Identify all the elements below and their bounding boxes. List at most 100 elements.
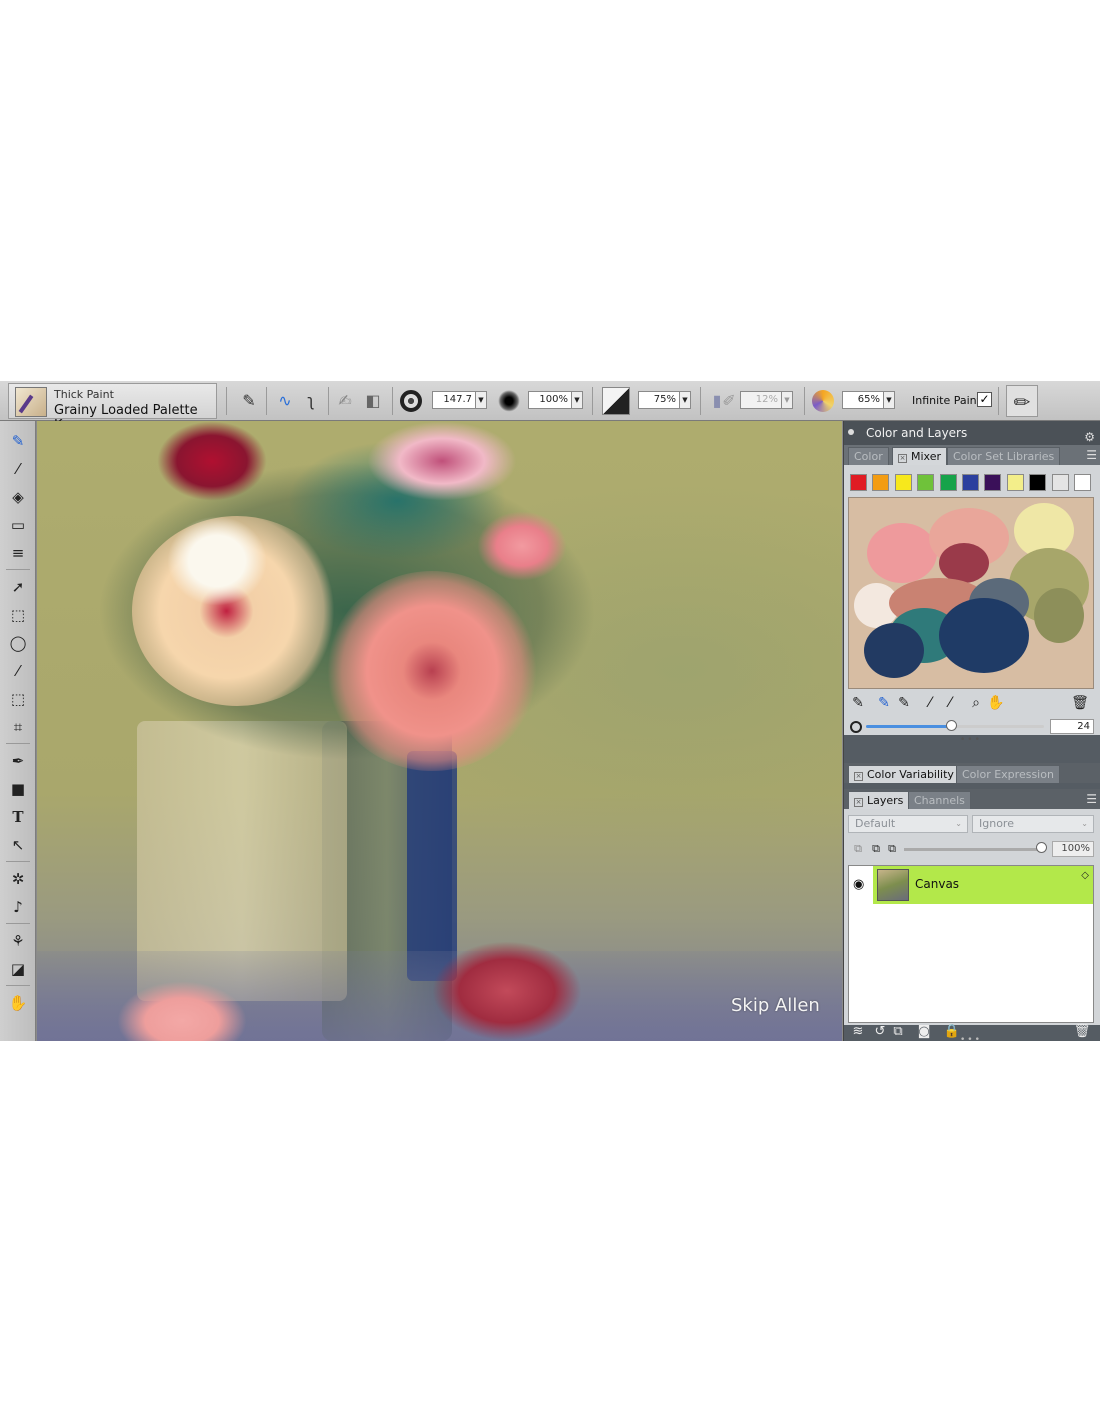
dynamic-plugins-icon[interactable]: ↺ [870, 1023, 890, 1041]
resaturation-field[interactable]: 12% [740, 391, 782, 409]
delete-layer-icon[interactable]: 🗑 [1072, 1023, 1092, 1041]
close-icon[interactable]: × [854, 798, 863, 807]
tab-mixer[interactable]: × Mixer [892, 447, 948, 465]
mirror-paint-tool-icon[interactable]: ◪ [6, 957, 30, 981]
panel-title[interactable]: Color and Layers ⚙ [844, 421, 1100, 445]
color-swatch[interactable] [962, 474, 979, 491]
layer-commands-icon[interactable]: ≋ [848, 1023, 868, 1041]
tab-color-expression[interactable]: Color Expression [956, 765, 1060, 783]
mixer-size-field[interactable]: 24 [1050, 719, 1094, 734]
dropper-icon[interactable]: ⁄ [920, 693, 940, 713]
layers-menu-icon[interactable]: ☰ [1086, 792, 1097, 806]
resaturation-dropdown-arrow[interactable]: ▼ [781, 391, 793, 409]
new-layer-icon[interactable]: ⧉ [888, 1023, 908, 1041]
resize-grip[interactable]: ••• [960, 735, 982, 745]
blender-tool-icon[interactable]: ≡ [6, 541, 30, 565]
stroke-freehand-icon[interactable]: ∿ [274, 390, 296, 412]
stylus-icon[interactable]: ✍ [334, 390, 356, 412]
bleed-brush-icon[interactable]: ✐ [718, 390, 740, 412]
sample-color-icon[interactable]: ✎ [894, 693, 914, 713]
infinite-paint-checkbox[interactable]: ✓ [977, 392, 992, 407]
cloner-tool-icon[interactable]: ✲ [6, 867, 30, 891]
opacity-dial-icon[interactable] [498, 390, 520, 412]
panel-collapse-icon[interactable] [848, 429, 854, 435]
layer-opacity-slider[interactable] [904, 848, 1042, 851]
pencil-brush-icon[interactable]: ✏ [1006, 385, 1038, 417]
grain-icon[interactable] [602, 387, 630, 415]
dodge-tool-icon[interactable]: ⚘ [6, 929, 30, 953]
color-swatch[interactable] [1051, 474, 1069, 491]
pan-icon[interactable]: ✋ [986, 693, 1006, 713]
color-swatch[interactable] [984, 474, 1002, 491]
eraser-tool-icon[interactable]: ▭ [6, 513, 30, 537]
rectangle-select-tool-icon[interactable]: ⬚ [6, 603, 30, 627]
zoom-icon[interactable]: ⌕ [966, 693, 986, 713]
dropper-tool-icon[interactable]: ⁄ [6, 457, 30, 481]
size-dial-icon[interactable] [400, 390, 422, 412]
paint-bucket-tool-icon[interactable]: ◈ [6, 485, 30, 509]
text-tool-icon[interactable]: T [6, 805, 30, 829]
mirror-icon[interactable]: ◧ [362, 390, 384, 412]
close-icon[interactable]: × [898, 454, 907, 463]
layer-row[interactable]: ◉ Canvas ◇ [849, 866, 1095, 904]
mixer-pad[interactable] [848, 497, 1094, 689]
stroke-straight-icon[interactable]: ʅ [300, 390, 322, 412]
slider-knob[interactable] [946, 720, 957, 731]
layer-attributes-icon[interactable]: ◇ [1081, 870, 1089, 881]
grain-field[interactable]: 75% [638, 391, 680, 409]
bleed-icon[interactable] [812, 390, 834, 412]
shape-selection-tool-icon[interactable]: ↖ [6, 833, 30, 857]
layer-opacity-knob[interactable] [1036, 842, 1047, 853]
magic-wand-tool-icon[interactable]: ⁄ [6, 659, 30, 683]
trash-icon[interactable]: 🗑 [1070, 693, 1090, 713]
mixer-size-slider[interactable] [866, 720, 1044, 731]
color-swatch[interactable] [917, 474, 935, 491]
size-field[interactable]: 147.7 [432, 391, 476, 409]
color-swatch[interactable] [894, 474, 912, 491]
lasso-tool-icon[interactable]: ◯ [6, 631, 30, 655]
color-swatch[interactable] [872, 474, 890, 491]
tab-color-variability[interactable]: × Color Variability [848, 765, 960, 783]
opacity-dropdown-arrow[interactable]: ▼ [571, 391, 583, 409]
color-swatch[interactable] [939, 474, 957, 491]
preserve-icon[interactable]: ⧉ [882, 839, 902, 859]
apply-color-icon[interactable]: ✎ [848, 693, 868, 713]
pen-tool-icon[interactable]: ✒ [6, 749, 30, 773]
resize-grip[interactable]: ••• [960, 1035, 982, 1045]
tab-channels[interactable]: Channels [908, 791, 971, 809]
reset-brush-icon[interactable]: ✎ [238, 390, 260, 412]
shape-tool-icon[interactable]: ■ [6, 777, 30, 801]
color-swatch[interactable] [1029, 474, 1047, 491]
composite-method-select[interactable]: Default ⌄ [848, 815, 968, 833]
color-swatch[interactable] [850, 474, 867, 491]
tab-color-set-libraries[interactable]: Color Set Libraries [947, 447, 1061, 465]
crop-tool-icon[interactable]: ⌗ [6, 715, 30, 739]
brush-selector[interactable]: Thick Paint Grainy Loaded Palette K... [8, 383, 217, 433]
mix-color-icon[interactable]: ✎ [874, 693, 894, 713]
eye-icon[interactable]: ◉ [853, 877, 864, 892]
layer-mask-icon[interactable]: ◙ [914, 1023, 934, 1041]
tab-color[interactable]: Color [848, 447, 889, 465]
panel-menu-icon[interactable]: ☰ [1086, 448, 1097, 462]
brush-tool-icon[interactable]: ✎ [6, 429, 30, 453]
layer-opacity-field[interactable]: 100% [1052, 841, 1094, 857]
grabber-hand-tool-icon[interactable]: ✋ [6, 991, 30, 1015]
color-swatch[interactable] [1006, 474, 1024, 491]
close-icon[interactable]: × [854, 772, 863, 781]
bleed-field[interactable]: 65% [842, 391, 884, 409]
preserve-transparency-select[interactable]: Ignore ⌄ [972, 815, 1094, 833]
lock-icon[interactable]: 🔒 [942, 1023, 962, 1041]
layer-adjuster-tool-icon[interactable]: ➚ [6, 575, 30, 599]
color-swatch[interactable] [1074, 474, 1091, 491]
layer-row-selected[interactable]: Canvas ◇ [873, 866, 1093, 904]
bleed-dropdown-arrow[interactable]: ▼ [883, 391, 895, 409]
size-dropdown-arrow[interactable]: ▼ [475, 391, 487, 409]
sample-multiple-icon[interactable]: ⁄ [940, 693, 960, 713]
transform-tool-icon[interactable]: ⬚ [6, 687, 30, 711]
lock-transparency-icon[interactable]: ⧉ [848, 839, 868, 859]
rubber-stamp-tool-icon[interactable]: ♪ [6, 895, 30, 919]
drawing-canvas[interactable]: Skip Allen [37, 421, 842, 1041]
grain-dropdown-arrow[interactable]: ▼ [679, 391, 691, 409]
opacity-field[interactable]: 100% [528, 391, 572, 409]
tab-layers[interactable]: × Layers [848, 791, 910, 809]
